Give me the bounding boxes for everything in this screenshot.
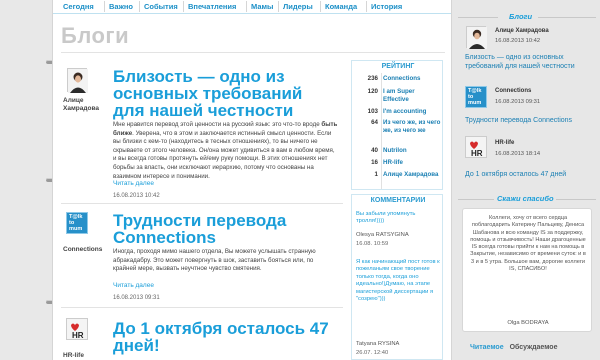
sidebar-author[interactable]: Connections — [495, 88, 531, 94]
sidebar-post-link[interactable]: Трудности перевода Connections — [465, 116, 595, 125]
post-excerpt: Иногда, проходя мимо нашего отдела, Вы м… — [113, 248, 316, 273]
post-author-name[interactable]: Connections — [63, 246, 102, 254]
nav-item-leaders[interactable]: Лидеры — [283, 2, 313, 11]
comment-author[interactable]: Tatyana RYSINA — [356, 341, 399, 347]
author-avatar[interactable] — [67, 68, 88, 93]
comment-author[interactable]: Olesya RATSYGINA — [356, 232, 409, 238]
connections-logo[interactable]: T@lk to mum — [465, 86, 487, 108]
thanks-message: Коллеги, хочу от всего сердца поблагодар… — [470, 215, 586, 273]
sidebar-date: 16.08.2013 10:42 — [495, 38, 541, 44]
comments-panel: КОММЕНТАРИИ Вы забыли упомянуть тролля!)… — [351, 194, 443, 360]
comment-text[interactable]: Вы забыли упомянуть тролля!)))) — [356, 211, 440, 226]
tab-most-read[interactable]: Читаемое — [470, 344, 504, 351]
page-title: Блоги — [61, 23, 130, 48]
sidebar-tabs: Читаемое Обсуждаемое — [470, 344, 557, 351]
sidebar-post-link[interactable]: Близость — одно из основных требований д… — [465, 53, 595, 71]
post-author-name[interactable]: Алице Хамрадова — [63, 97, 103, 113]
sidebar-author[interactable]: HR-life — [495, 140, 514, 146]
main-content: Сегодня Важно События Впечатления Мамы Л… — [52, 0, 452, 360]
hr-life-logo[interactable]: HR — [465, 136, 487, 158]
rating-title: РЕЙТИНГ — [381, 63, 415, 70]
nav-item-today[interactable]: Сегодня — [63, 2, 94, 11]
nav-item-history[interactable]: История — [371, 2, 402, 11]
rating-panel: РЕЙТИНГ 236 Connections 120 I am Super Eff… — [351, 60, 443, 190]
sidebar-blogs-heading: Блоги — [509, 12, 533, 21]
binder-strip — [0, 0, 52, 360]
post-excerpt: Мне нравится перевод этой ценности на ру… — [113, 121, 338, 180]
sidebar-date: 16.08.2013 09:31 — [495, 99, 541, 105]
comment-text[interactable]: Я как начинающий пост готов к пожеланьям… — [356, 259, 440, 303]
nav-item-impressions[interactable]: Впечатления — [188, 2, 236, 11]
tab-most-discussed[interactable]: Обсуждаемое — [510, 344, 558, 351]
sidebar-post-link[interactable]: До 1 октября осталось 47 дней — [465, 170, 595, 179]
nav-item-events[interactable]: События — [144, 2, 178, 11]
post-date: 16.08.2013 10:42 — [113, 193, 160, 199]
sidebar-avatar[interactable] — [466, 26, 487, 49]
thanks-card: Коллеги, хочу от всего сердца поблагодар… — [462, 208, 592, 332]
comments-title: КОММЕНТАРИИ — [370, 197, 426, 204]
sidebar-date: 16.08.2013 18:14 — [495, 151, 541, 157]
post-date: 16.08.2013 09:31 — [113, 295, 160, 301]
post-title[interactable]: До 1 октября осталось 47 дней! — [113, 320, 338, 354]
thanks-author[interactable]: Olga BODRAYA — [463, 320, 593, 326]
thanks-heading: Скажи спасибо — [497, 194, 554, 203]
svg-text:HR: HR — [471, 149, 483, 158]
nav-item-team[interactable]: Команда — [325, 2, 357, 11]
top-navigation: Сегодня Важно События Впечатления Мамы Л… — [53, 0, 451, 14]
nav-item-important[interactable]: Важно — [109, 2, 133, 11]
nav-item-moms[interactable]: Мамы — [251, 2, 273, 11]
comment-date: 16.08. 10:59 — [356, 241, 389, 247]
read-more-link[interactable]: Читать далее — [113, 180, 154, 187]
comment-date: 26.07. 12:40 — [356, 350, 389, 356]
svg-text:HR: HR — [72, 331, 84, 340]
read-more-link[interactable]: Читать далее — [113, 282, 154, 289]
post-title[interactable]: Близость — одно из основных требований д… — [113, 68, 338, 119]
hr-life-logo[interactable]: HR — [66, 318, 88, 340]
post-author-name[interactable]: HR-life — [63, 352, 84, 360]
post-title[interactable]: Трудности перевода Connections — [113, 212, 338, 246]
connections-logo[interactable]: T@lk to mum — [66, 212, 88, 234]
sidebar-author[interactable]: Алице Хамрадова — [495, 28, 549, 34]
